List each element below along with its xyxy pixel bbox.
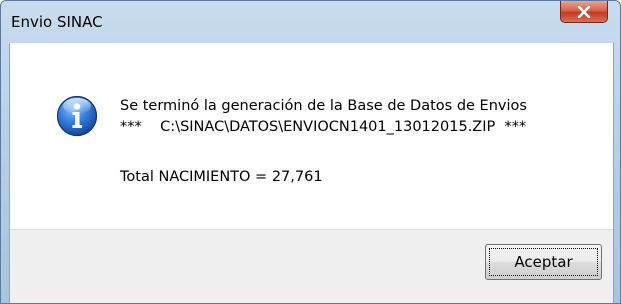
dialog-window: Envio SINAC Se terminó la generación de … [0,0,621,304]
accept-button[interactable]: Aceptar [485,244,602,280]
message-area: Se terminó la generación de la Base de D… [10,43,613,229]
dialog-body: Se terminó la generación de la Base de D… [9,43,614,303]
window-title: Envio SINAC [11,13,103,31]
message-line-2: *** C:\SINAC\DATOS\ENVIOCN1401_13012015.… [120,119,527,135]
info-icon [56,95,98,137]
accept-button-label: Aceptar [514,253,573,271]
message-line-3: Total NACIMIENTO = 27,761 [120,169,323,185]
close-button[interactable] [560,1,608,23]
button-bar: Aceptar [10,229,613,303]
close-icon [577,5,591,18]
title-bar[interactable]: Envio SINAC [1,1,620,41]
message-line-1: Se terminó la generación de la Base de D… [120,98,527,114]
